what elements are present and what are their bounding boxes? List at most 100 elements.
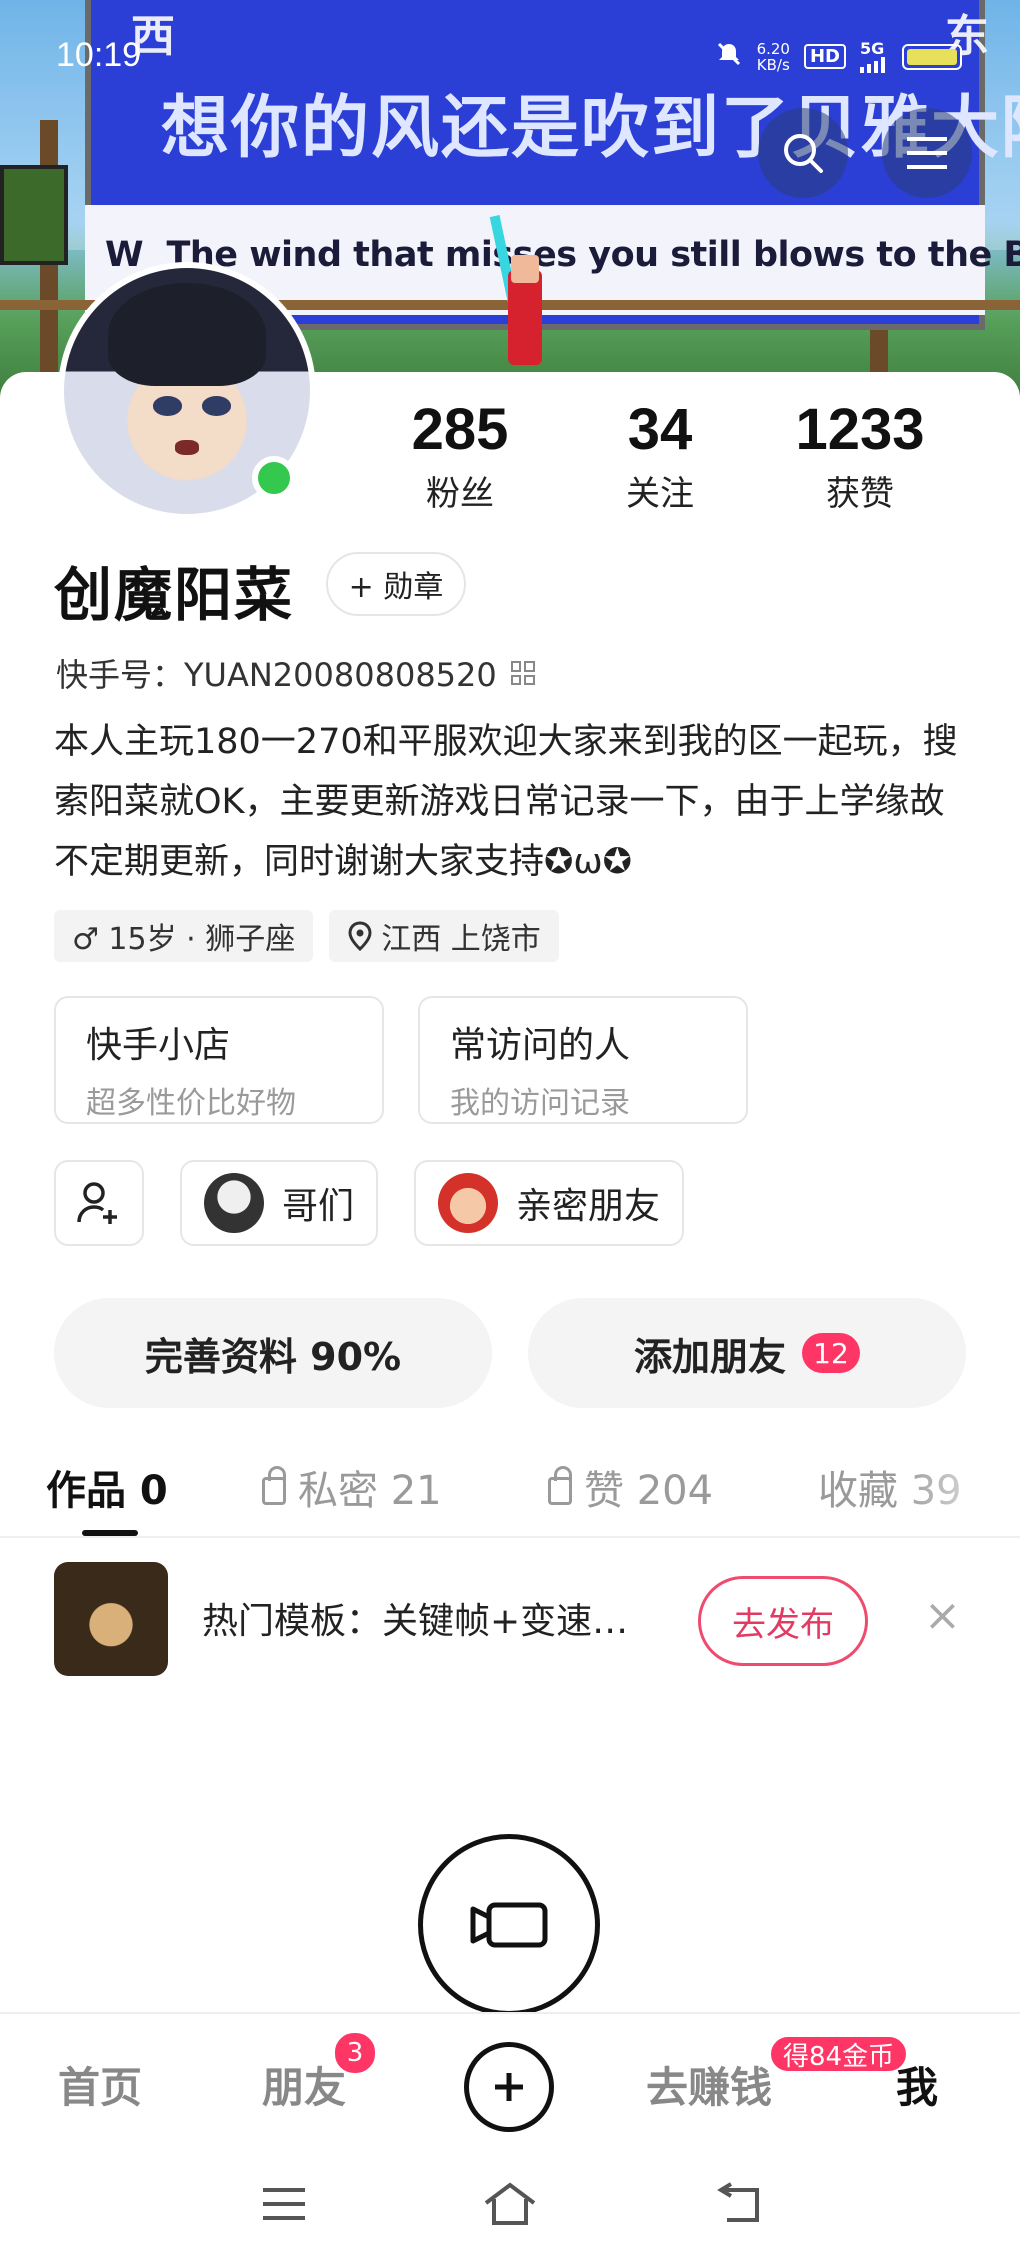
- sign-text-en: W The wind that misses you still blows t…: [105, 235, 1020, 275]
- bottom-nav: 首页 朋友 3 去赚钱 得84金币 我: [0, 2012, 1020, 2148]
- battery-icon: [902, 43, 962, 70]
- game-character: [489, 215, 542, 365]
- search-icon: [784, 134, 823, 173]
- status-icons: 6.20 KB/s HD 5G: [715, 40, 962, 73]
- plus-icon: [495, 2073, 523, 2101]
- battery-fill: [907, 48, 957, 65]
- add-user-icon: [77, 1182, 117, 1224]
- status-bar: 10:19 6.20 KB/s HD 5G: [0, 0, 1020, 90]
- character-head: [511, 255, 539, 283]
- tab-label: 赞 204: [584, 1468, 714, 1514]
- stat-label: 粉丝: [426, 474, 494, 514]
- stat-likes[interactable]: 1233 获赞: [760, 398, 960, 515]
- network-speed: 6.20 KB/s: [757, 41, 790, 73]
- mute-icon: [715, 40, 743, 73]
- tag-age-zodiac: ♂ 15岁 · 狮子座: [54, 910, 314, 962]
- avatar-eye: [152, 395, 183, 416]
- stat-value: 1233: [795, 397, 925, 462]
- add-friend-chip[interactable]: [54, 1160, 144, 1246]
- sign-letter-left: W: [105, 235, 144, 275]
- shop-card-title: 快手小店: [86, 1025, 231, 1066]
- friend-chip-label: 哥们: [282, 1186, 355, 1227]
- sign-english: The wind that misses you still blows to …: [166, 235, 1020, 275]
- friend-chip-label: 亲密朋友: [516, 1186, 661, 1227]
- bros-avatar: [204, 1173, 264, 1233]
- create-button[interactable]: [464, 2042, 554, 2132]
- promo-thumbnail[interactable]: [54, 1562, 168, 1676]
- tag-location: 江西 上饶市: [329, 910, 559, 962]
- profile-actions: 完善资料 90% 添加朋友 12: [54, 1298, 966, 1408]
- tab-label: 作品 0: [46, 1468, 168, 1514]
- menu-button[interactable]: [882, 108, 972, 198]
- tag-location-text: 江西 上饶市: [381, 922, 541, 957]
- speed-unit: KB/s: [756, 55, 790, 74]
- stat-value: 34: [627, 397, 693, 462]
- add-friends-button[interactable]: 添加朋友 12: [528, 1298, 966, 1408]
- tab-works[interactable]: 作品 0: [46, 1458, 168, 1516]
- signal-icon: 5G: [860, 38, 888, 73]
- complete-profile-button[interactable]: 完善资料 90%: [54, 1298, 492, 1408]
- home-icon: [484, 2182, 536, 2225]
- tag-age-text: ♂ 15岁 · 狮子座: [72, 922, 296, 957]
- back-button[interactable]: [708, 2174, 768, 2234]
- shop-card[interactable]: 快手小店 超多性价比好物: [54, 996, 384, 1124]
- stat-following[interactable]: 34 关注: [560, 398, 760, 515]
- visitors-card[interactable]: 常访问的人 我的访问记录: [418, 996, 748, 1124]
- close-icon[interactable]: ×: [924, 1590, 961, 1641]
- content-tabs: 作品 0 私密 21 赞 204 收藏 39: [0, 1448, 1020, 1538]
- friends-badge: 3: [332, 2030, 378, 2076]
- publish-button[interactable]: 去发布: [698, 1576, 868, 1666]
- avatar-eye: [201, 395, 232, 416]
- stat-followers[interactable]: 285 粉丝: [360, 398, 560, 515]
- template-promo: 热门模板：关键帧+变速… 去发布 ×: [54, 1562, 974, 1678]
- menu-icon: [907, 137, 947, 169]
- video-camera-icon: [470, 1902, 548, 1948]
- avatar-hair: [108, 282, 266, 387]
- network-type: 5G: [860, 38, 885, 58]
- home-button[interactable]: [480, 2174, 540, 2234]
- earn-coins-badge: 得84金币: [768, 2034, 910, 2074]
- stat-label: 关注: [626, 474, 694, 514]
- avatar-mouth: [174, 440, 200, 455]
- nav-home[interactable]: 首页: [58, 2054, 142, 2115]
- stat-value: 285: [411, 397, 509, 462]
- search-button[interactable]: [758, 108, 848, 198]
- recent-apps-icon: [263, 2188, 305, 2220]
- tab-liked[interactable]: 赞 204: [548, 1458, 713, 1516]
- shop-card-subtitle: 超多性价比好物: [86, 1086, 296, 1121]
- small-board: [0, 165, 68, 265]
- add-badge-button[interactable]: + 勋章: [326, 552, 466, 616]
- close-friends-avatar: [438, 1173, 499, 1233]
- active-tab-indicator: [82, 1530, 138, 1536]
- feature-cards: 快手小店 超多性价比好物 常访问的人 我的访问记录: [54, 996, 748, 1124]
- kuaishou-id[interactable]: 快手号：YUAN20080808520: [56, 650, 535, 696]
- tab-label: 私密 21: [298, 1468, 442, 1514]
- friend-chip-close-friends[interactable]: 亲密朋友: [414, 1160, 685, 1246]
- stat-label: 获赞: [826, 474, 894, 514]
- hd-icon: HD: [803, 44, 846, 69]
- visitors-card-title: 常访问的人: [450, 1025, 631, 1066]
- lock-icon: [262, 1466, 286, 1505]
- qrcode-icon[interactable]: [510, 661, 535, 685]
- friend-chip-bros[interactable]: 哥们: [180, 1160, 379, 1246]
- lock-icon: [548, 1466, 572, 1505]
- profile-tags: ♂ 15岁 · 狮子座 江西 上饶市: [54, 910, 559, 962]
- add-friends-count-badge: 12: [802, 1333, 860, 1373]
- add-friends-label: 添加朋友: [633, 1334, 786, 1379]
- tabs-fade: [900, 1448, 1020, 1536]
- kuaishou-id-text: 快手号：YUAN20080808520: [56, 656, 497, 694]
- recent-apps-button[interactable]: [254, 2174, 314, 2234]
- status-time: 10:19: [56, 36, 142, 74]
- online-status-dot: [252, 456, 296, 500]
- profile-name: 创魔阳菜: [54, 561, 295, 629]
- nav-earn[interactable]: 去赚钱: [646, 2054, 772, 2115]
- profile-stats: 285 粉丝 34 关注 1233 获赞: [360, 398, 960, 515]
- camera-button[interactable]: [418, 1834, 600, 2016]
- tab-private[interactable]: 私密 21: [262, 1458, 442, 1516]
- visitors-card-subtitle: 我的访问记录: [450, 1086, 630, 1121]
- complete-profile-label: 完善资料 90%: [144, 1334, 402, 1379]
- location-pin-icon: [348, 921, 372, 951]
- friend-groups: 哥们 亲密朋友: [54, 1160, 685, 1246]
- nav-me[interactable]: 我: [896, 2054, 938, 2115]
- profile-bio: 本人主玩180一270和平服欢迎大家来到我的区一起玩，搜索阳菜就OK，主要更新游…: [54, 722, 958, 882]
